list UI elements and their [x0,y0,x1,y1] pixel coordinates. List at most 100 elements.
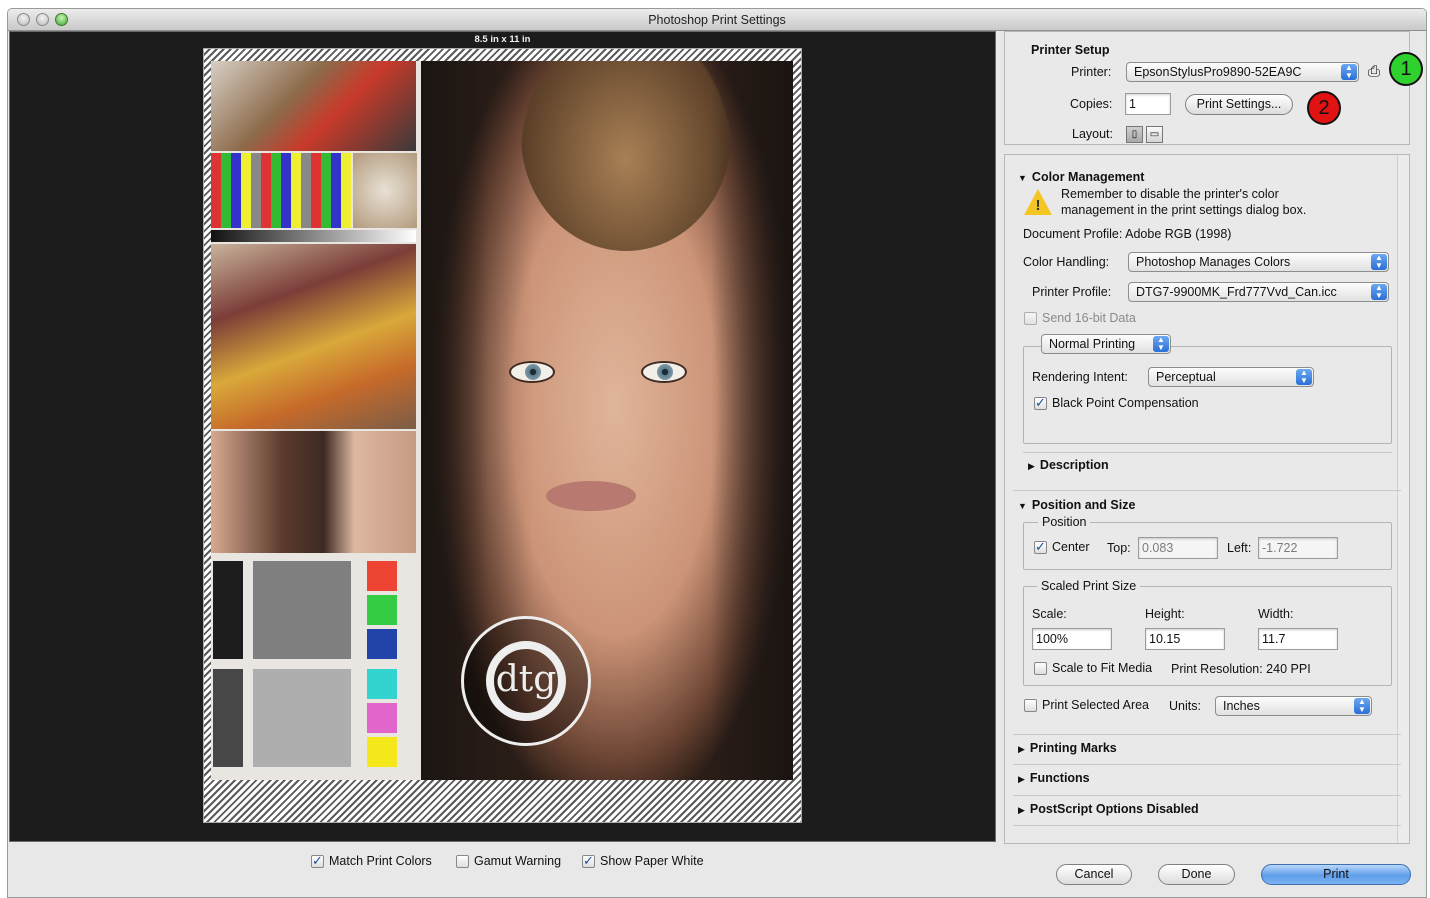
checkbox-box[interactable] [1034,539,1047,555]
checkbox-box[interactable] [1024,699,1037,713]
collage-tile [211,230,416,242]
color-management-heading[interactable]: ▼ Color Management [1018,170,1144,184]
portrait-layout-icon[interactable]: ▯ [1126,126,1143,143]
title-bar: Photoshop Print Settings [8,9,1426,31]
color-handling-select[interactable]: Photoshop Manages Colors ▲ ▼ [1128,252,1389,272]
checkbox-box[interactable] [1024,312,1037,326]
swatch [367,669,397,699]
popup-arrows-icon: ▲ ▼ [1341,64,1357,80]
color-handling-value: Photoshop Manages Colors [1136,255,1291,269]
checkbox-box[interactable] [456,854,469,868]
checkbox-box[interactable] [1034,395,1047,411]
rendering-intent-value: Perceptual [1156,370,1216,384]
dtg-monogram: dtg [486,641,566,721]
warning-exclamation-icon: ! [1035,197,1041,214]
top-field[interactable]: 0.083 [1138,537,1218,559]
show-paper-white-label: Show Paper White [600,854,704,868]
left-field[interactable]: -1.722 [1258,537,1338,559]
center-checkbox[interactable]: Center [1034,539,1090,555]
disclosure-triangle-open-icon[interactable]: ▼ [1018,173,1027,183]
divider [1013,825,1401,826]
print-button[interactable]: Print [1261,864,1411,885]
gamut-warning-checkbox[interactable]: Gamut Warning [456,852,561,870]
width-label: Width: [1258,607,1294,621]
print-image-area[interactable]: dtg [211,61,793,780]
checkbox-box[interactable] [582,853,595,869]
print-settings-button[interactable]: Print Settings... [1185,94,1293,115]
callout-two: 2 [1307,91,1341,125]
dtg-logo: dtg [461,616,591,746]
printer-select[interactable]: EpsonStylusPro9890-52EA9C ▲ ▼ [1126,62,1359,82]
disclosure-triangle-closed-icon[interactable]: ▶ [1018,805,1025,816]
printing-mode-select[interactable]: Normal Printing ▲ ▼ [1041,334,1171,354]
rendering-intent-select[interactable]: Perceptual ▲ ▼ [1148,367,1314,387]
divider [1023,452,1392,453]
scale-to-fit-checkbox[interactable]: Scale to Fit Media [1034,661,1152,676]
print-selected-area-checkbox[interactable]: Print Selected Area [1024,698,1150,713]
printer-profile-label: Printer Profile: [1032,285,1112,299]
paper-size-label: 8.5 in x 11 in [474,34,531,45]
eye-shape [509,361,555,383]
done-button[interactable]: Done [1158,864,1235,885]
swatch [367,561,397,591]
disclosure-triangle-closed-icon[interactable]: ▶ [1028,461,1035,472]
disclosure-triangle-closed-icon[interactable]: ▶ [1018,774,1025,785]
eye-shape [641,361,687,383]
show-paper-white-checkbox[interactable]: Show Paper White [582,852,704,870]
width-field[interactable]: 11.7 [1258,628,1338,650]
printer-profile-value: DTG7-9900MK_Frd777Vvd_Can.icc [1136,285,1337,299]
scale-label: Scale: [1032,607,1067,621]
swatch [213,669,243,767]
printing-mode-group [1023,346,1392,444]
functions-disclosure[interactable]: ▶ Functions [1018,771,1090,785]
landscape-layout-icon[interactable]: ▭ [1146,126,1163,143]
lips-shape [546,481,636,511]
units-select[interactable]: Inches ▲ ▼ [1215,696,1372,716]
popup-arrows-icon: ▲ ▼ [1371,254,1387,270]
height-field[interactable]: 10.15 [1145,628,1225,650]
position-group-label: Position [1038,515,1091,529]
send-16bit-label: Send 16-bit Data [1042,311,1136,325]
swatch [253,669,351,767]
description-label: Description [1039,458,1109,472]
black-point-label: Black Point Compensation [1052,396,1199,410]
portrait-image: dtg [421,61,793,780]
swatch [213,561,243,659]
collage-tile [211,153,351,228]
units-label: Units: [1169,699,1201,713]
scrollbar[interactable] [1397,155,1409,843]
swatch [367,595,397,625]
printer-label: Printer: [1071,65,1112,79]
divider [1013,490,1401,491]
position-size-label: Position and Size [1031,498,1136,512]
collage-image [211,61,421,780]
scaled-print-size-label: Scaled Print Size [1037,579,1141,593]
center-label: Center [1052,540,1090,554]
gamut-warning-label: Gamut Warning [474,854,562,868]
collage-tile [353,153,417,228]
popup-arrows-icon: ▲ ▼ [1153,336,1169,352]
units-value: Inches [1223,699,1260,713]
checkbox-box[interactable] [311,853,324,869]
disclosure-triangle-open-icon[interactable]: ▼ [1018,501,1027,511]
height-label: Height: [1145,607,1185,621]
printing-marks-disclosure[interactable]: ▶ Printing Marks [1018,741,1117,755]
black-point-checkbox[interactable]: Black Point Compensation [1034,395,1199,411]
cancel-button[interactable]: Cancel [1056,864,1132,885]
copies-field[interactable]: 1 [1125,93,1171,115]
swatch [367,737,397,767]
print-selected-area-label: Print Selected Area [1042,698,1150,712]
send-16bit-checkbox[interactable]: Send 16-bit Data [1024,311,1136,326]
printer-settings-icon[interactable]: ⎙ [1368,63,1380,80]
description-disclosure[interactable]: ▶ Description [1028,458,1109,472]
printing-marks-label: Printing Marks [1029,741,1117,755]
position-size-heading[interactable]: ▼ Position and Size [1018,498,1135,512]
checkbox-box[interactable] [1034,662,1047,676]
disclosure-triangle-closed-icon[interactable]: ▶ [1018,744,1025,755]
scale-field[interactable]: 100% [1032,628,1112,650]
match-print-colors-checkbox[interactable]: Match Print Colors [311,852,432,870]
printer-profile-select[interactable]: DTG7-9900MK_Frd777Vvd_Can.icc ▲ ▼ [1128,282,1389,302]
callout-one: 1 [1389,52,1423,86]
document-profile: Document Profile: Adobe RGB (1998) [1023,227,1232,241]
postscript-disclosure[interactable]: ▶ PostScript Options Disabled [1018,802,1199,816]
